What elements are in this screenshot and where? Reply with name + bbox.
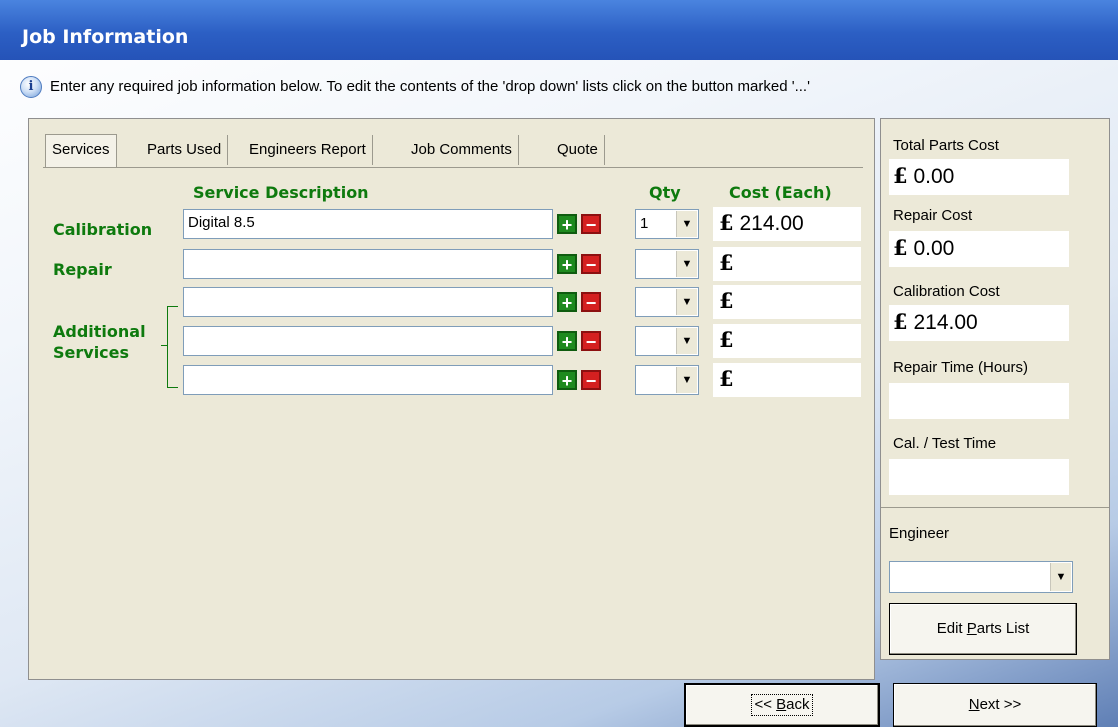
bracket-tick (161, 345, 167, 346)
back-prefix: << (754, 696, 777, 713)
service-description-input[interactable] (183, 326, 553, 356)
next-button[interactable]: Next >> (893, 683, 1097, 727)
cost-field: £ (713, 363, 861, 397)
chevron-down-icon[interactable]: ▼ (676, 367, 697, 393)
next-accel: N (968, 696, 980, 713)
cal-test-time-field[interactable] (889, 459, 1069, 495)
add-service-button[interactable]: + (557, 254, 577, 274)
service-description-header: Service Description (193, 183, 369, 202)
service-description-input[interactable] (183, 249, 553, 279)
remove-service-button[interactable]: − (581, 370, 601, 390)
pound-sign: £ (719, 327, 734, 352)
divider (881, 507, 1109, 508)
repair-time-field[interactable] (889, 383, 1069, 419)
title-bar: Job Information (0, 0, 1118, 60)
chevron-down-icon[interactable]: ▼ (1050, 563, 1071, 591)
tab-quote[interactable]: Quote (551, 135, 605, 165)
tab-engineers-report[interactable]: Engineers Report (243, 135, 373, 165)
repair-cost-field: £ 0.00 (889, 231, 1069, 267)
pound-sign: £ (719, 366, 734, 391)
qty-dropdown[interactable]: 1 ▼ (635, 209, 699, 239)
tab-services[interactable]: Services (45, 134, 117, 167)
service-description-input[interactable]: Digital 8.5 (183, 209, 553, 239)
engineer-label: Engineer (889, 525, 950, 542)
services-tab-content (43, 167, 863, 662)
cost-value: 214.00 (739, 212, 804, 235)
total-parts-cost-label: Total Parts Cost (893, 137, 999, 154)
qty-dropdown[interactable]: ▼ (635, 287, 699, 317)
services-panel: Services Parts Used Engineers Report Job… (28, 118, 875, 680)
summary-panel: Total Parts Cost £ 0.00 Repair Cost £ 0.… (880, 118, 1110, 660)
tab-job-comments[interactable]: Job Comments (405, 135, 519, 165)
qty-dropdown[interactable]: ▼ (635, 326, 699, 356)
add-service-button[interactable]: + (557, 370, 577, 390)
edit-parts-accel: P (966, 620, 977, 637)
add-service-button[interactable]: + (557, 331, 577, 351)
back-button[interactable]: << Back (684, 683, 880, 727)
window-title: Job Information (22, 26, 189, 48)
chevron-down-icon[interactable]: ▼ (676, 251, 697, 277)
cost-field: £ 214.00 (713, 207, 861, 241)
remove-service-button[interactable]: − (581, 292, 601, 312)
calibration-cost-label: Calibration Cost (893, 283, 1000, 300)
cal-test-time-label: Cal. / Test Time (893, 435, 997, 452)
cost-header: Cost (Each) (729, 183, 832, 202)
cost-field: £ (713, 285, 861, 319)
repair-cost-value: 0.00 (913, 237, 955, 260)
next-suffix: ext >> (979, 696, 1022, 713)
focus-rect: << Back (751, 694, 813, 716)
qty-value: 1 (640, 215, 649, 232)
back-suffix: ack (786, 696, 810, 713)
service-description-input[interactable] (183, 365, 553, 395)
add-service-button[interactable]: + (557, 214, 577, 234)
service-description-input[interactable] (183, 287, 553, 317)
pound-sign: £ (719, 288, 734, 313)
repair-cost-label: Repair Cost (893, 207, 973, 224)
qty-header: Qty (649, 183, 681, 202)
cost-field: £ (713, 324, 861, 358)
engineer-select[interactable]: ▼ (889, 561, 1073, 593)
chevron-down-icon[interactable]: ▼ (676, 211, 697, 237)
edit-parts-suffix: arts List (976, 620, 1030, 637)
repair-label: Repair (53, 260, 112, 279)
remove-service-button[interactable]: − (581, 331, 601, 351)
chevron-down-icon[interactable]: ▼ (676, 289, 697, 315)
tab-parts-used[interactable]: Parts Used (141, 135, 229, 165)
edit-parts-list-button[interactable]: Edit Parts List (889, 603, 1077, 655)
remove-service-button[interactable]: − (581, 214, 601, 234)
repair-time-label: Repair Time (Hours) (893, 359, 1029, 376)
total-parts-cost-value: 0.00 (913, 165, 955, 188)
info-row: i Enter any required job information bel… (20, 76, 1110, 100)
chevron-down-icon[interactable]: ▼ (676, 328, 697, 354)
pound-sign: £ (893, 163, 908, 188)
additional-services-bracket (167, 306, 178, 388)
pound-sign: £ (893, 309, 908, 334)
cost-field: £ (713, 247, 861, 281)
add-service-button[interactable]: + (557, 292, 577, 312)
pound-sign: £ (719, 250, 734, 275)
back-accel: B (776, 696, 787, 713)
edit-parts-prefix: Edit (936, 620, 967, 637)
total-parts-cost-field: £ 0.00 (889, 159, 1069, 195)
calibration-label: Calibration (53, 220, 153, 239)
remove-service-button[interactable]: − (581, 254, 601, 274)
qty-dropdown[interactable]: ▼ (635, 365, 699, 395)
additional-services-label: Additional Services (53, 322, 146, 362)
qty-dropdown[interactable]: ▼ (635, 249, 699, 279)
info-text: Enter any required job information below… (50, 78, 810, 95)
pound-sign: £ (719, 210, 734, 235)
calibration-cost-field: £ 214.00 (889, 305, 1069, 341)
pound-sign: £ (893, 235, 908, 260)
info-icon: i (20, 76, 42, 98)
calibration-cost-value: 214.00 (913, 311, 978, 334)
